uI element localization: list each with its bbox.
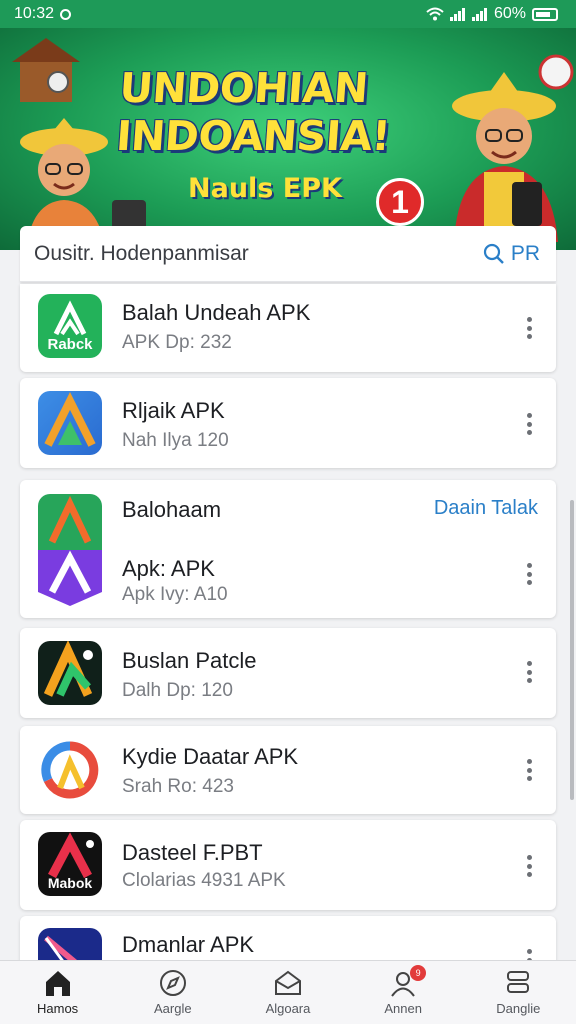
banner-badge: 1: [376, 178, 424, 226]
search-bar[interactable]: Ousitr. Hodenpanmisar PR: [20, 226, 556, 282]
app-title: Balah Undeah APK: [122, 300, 311, 325]
app-icon-label: Rabck: [47, 336, 93, 353]
signal-icon: [449, 8, 465, 21]
wifi-icon: [426, 7, 444, 21]
compass-icon: [159, 970, 186, 996]
app-title: Apk: APK: [122, 556, 215, 581]
app-list-item[interactable]: Mabok Dasteel F.PBT Clolarias 4931 APK: [20, 820, 556, 910]
inbox-icon: [274, 970, 301, 995]
signal-icon-2: [471, 8, 487, 21]
nav-label: Danglie: [496, 1001, 541, 1016]
promo-banner[interactable]: UNDOHIAN INDOANSIA! Nauls EPK 1: [0, 28, 576, 250]
app-icon: Mabok: [38, 832, 102, 896]
stack-icon: [507, 971, 530, 993]
more-options-button[interactable]: [520, 756, 538, 784]
app-list-item[interactable]: Kydie Daatar APK Srah Ro: 423: [20, 726, 556, 814]
battery-icon: [532, 7, 558, 21]
app-subtitle: Apk Ivy: A10: [122, 584, 228, 605]
status-bar: 10:32 60%: [0, 0, 576, 28]
featured-header-link[interactable]: Daain Talak: [434, 497, 538, 520]
app-icon: [38, 738, 102, 802]
banner-subtitle: Nauls EPK: [188, 173, 342, 204]
nav-tab-explore[interactable]: Aargle: [118, 969, 228, 1016]
nav-label: Aargle: [153, 1001, 192, 1016]
right-character-illustration: [452, 54, 574, 242]
app-title: Kydie Daatar APK: [122, 744, 299, 769]
scrollbar[interactable]: [570, 500, 574, 800]
more-options-button[interactable]: [520, 658, 538, 686]
app-list-item[interactable]: Rabck Balah Undeah APK APK Dp: 232: [20, 284, 556, 372]
app-list-item[interactable]: Buslan Patcle Dalh Dp: 120: [20, 628, 556, 718]
featured-app-item[interactable]: Balohaam Daain Talak Apk: APK Apk Ivy: A…: [20, 480, 556, 618]
more-options-button[interactable]: [520, 314, 538, 342]
search-text: Ousitr. Hodenpanmisar: [34, 241, 249, 265]
app-title: Rljaik APK: [122, 398, 225, 423]
more-options-button[interactable]: [520, 410, 538, 438]
search-icon: [483, 243, 504, 264]
app-subtitle: Clolarias 4931 APK: [122, 870, 286, 891]
more-options-button[interactable]: [520, 852, 538, 880]
bottom-navigation: Hamos Aargle Algoara 9 Annen Danglie: [0, 960, 576, 1024]
app-title: Buslan Patcle: [122, 648, 257, 673]
app-title: Dmanlar APK: [122, 932, 255, 957]
more-options-button[interactable]: [520, 560, 538, 588]
nav-tab-library[interactable]: Danglie: [463, 969, 573, 1016]
nav-tab-inbox[interactable]: Algoara: [233, 969, 343, 1016]
nav-tab-home[interactable]: Hamos: [3, 969, 113, 1016]
app-subtitle: Srah Ro: 423: [122, 776, 234, 797]
clock-tower-decoration: [12, 38, 80, 102]
home-icon: [45, 971, 70, 996]
notification-icon: [60, 8, 72, 20]
battery-percent: 60%: [493, 5, 526, 22]
app-subtitle: Dalh Dp: 120: [122, 680, 233, 701]
status-time: 10:32: [14, 5, 55, 22]
nav-tab-account[interactable]: 9 Annen: [348, 965, 458, 1016]
nav-label: Algoara: [265, 1001, 311, 1016]
app-icon-label: Mabok: [47, 875, 93, 891]
app-title: Dasteel F.PBT: [122, 840, 263, 865]
featured-header: Balohaam: [122, 497, 222, 522]
nav-label: Annen: [384, 1001, 422, 1016]
banner-title: UNDOHIAN INDOANSIA!: [114, 64, 392, 160]
app-subtitle: APK Dp: 232: [122, 332, 232, 353]
app-subtitle: Nah Ilya 120: [122, 430, 229, 451]
app-list-item[interactable]: Rljaik APK Nah Ilya 120: [20, 378, 556, 468]
search-action-label: PR: [510, 241, 540, 265]
notification-badge: 9: [410, 965, 427, 981]
nav-label: Hamos: [37, 1001, 79, 1016]
app-icon: [38, 641, 102, 705]
app-icon: [38, 494, 102, 606]
app-icon: [38, 391, 102, 455]
app-icon: Rabck: [38, 294, 102, 358]
search-button[interactable]: PR: [483, 242, 540, 266]
